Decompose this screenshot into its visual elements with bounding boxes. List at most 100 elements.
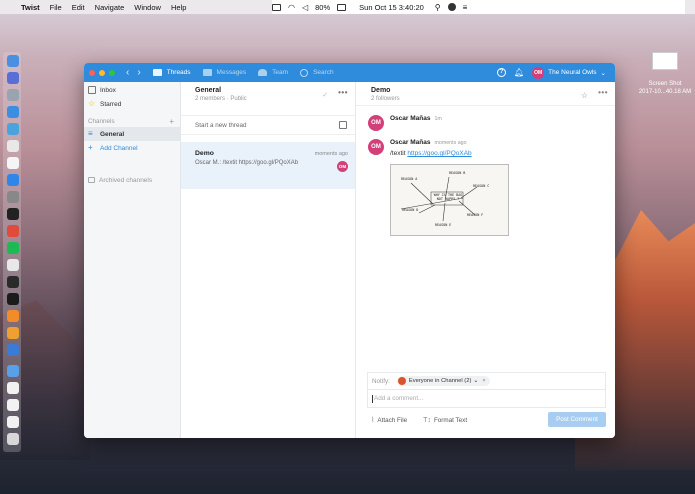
trash-icon[interactable] [7,433,19,445]
threads-icon [152,69,162,76]
thread-time: moments ago [314,151,348,157]
notification-center-icon[interactable]: ≡ [463,3,468,12]
document-stack-icon[interactable] [7,382,19,394]
battery-icon[interactable] [337,3,347,11]
new-thread-button[interactable]: Start a new thread [181,115,355,135]
sublime-icon[interactable] [7,310,19,322]
back-arrow-icon[interactable]: ‹ [126,67,129,78]
document-stack-icon[interactable] [7,416,19,428]
terminal-icon[interactable] [7,208,19,220]
menu-navigate[interactable]: Navigate [95,3,125,12]
message: OM Oscar Mañas 1m [356,115,615,139]
format-text-icon: T↕ [423,416,431,424]
message-body: /textit https://goo.gl/PQoXAb [390,150,472,157]
team-switcher[interactable]: OM The Neural Owls ⌄ [532,66,606,79]
menu-window[interactable]: Window [134,3,161,12]
volume-icon[interactable]: ◁ [302,3,308,12]
thread-avatar: OM [337,161,348,172]
archived-channels-link[interactable]: Archived channels [84,173,180,187]
message-link[interactable]: https://goo.gl/PQoXAb [407,150,471,157]
tab-team[interactable]: Team [258,69,288,76]
add-channel-button[interactable]: + Add Channel [84,141,180,155]
message-time: moments ago [434,140,467,146]
dock [3,52,21,452]
format-text-button[interactable]: T↕ Format Text [423,417,467,424]
user-avatar-icon[interactable] [447,3,456,11]
finder-icon[interactable] [7,55,19,67]
comment-input[interactable]: Add a comment... [367,389,606,408]
thread-view-title: Demo [371,87,391,94]
avatar: OM [368,115,384,131]
pycharm-icon[interactable] [7,276,19,288]
zoom-window-button[interactable] [109,69,115,76]
check-icon[interactable]: ✓ [322,91,328,99]
document-stack-icon[interactable] [7,399,19,411]
notify-chip[interactable]: Everyone in Channel (2) ⌄ × [396,376,490,386]
tab-search[interactable]: Search [300,68,334,77]
star-thread-icon[interactable]: ☆ [581,91,588,100]
paperclip-icon: ⌇ [371,417,375,424]
forward-arrow-icon[interactable]: › [137,67,140,78]
menubar-clock[interactable]: Sun Oct 15 3:40:20 [359,3,424,12]
inbox-icon [88,86,96,94]
thread-view: Demo 2 followers ☆ ••• OM Oscar Mañas 1m … [356,82,615,438]
thread-list-panel: General 2 members · Public ✓ ••• Start a… [181,82,356,438]
system-preferences-icon[interactable] [7,191,19,203]
more-options-icon[interactable]: ••• [338,89,348,99]
post-comment-button[interactable]: Post Comment [548,412,606,427]
channel-header: General 2 members · Public ✓ ••• [181,82,355,104]
clion-icon[interactable] [7,293,19,305]
add-channel-plus-icon[interactable]: + [169,117,174,126]
message: OM Oscar Mañas moments ago /textit https:… [356,139,615,249]
bell-icon[interactable]: 🔔︎ [514,68,524,77]
app-menu[interactable]: Twist [21,3,40,12]
app-store-icon[interactable] [7,174,19,186]
spotify-icon[interactable] [7,242,19,254]
notify-row: Notify: Everyone in Channel (2) ⌄ × [367,372,606,389]
thread-header: Demo 2 followers ☆ ••• [356,82,615,106]
twist-icon[interactable] [7,344,19,356]
team-name: The Neural Owls [548,69,597,76]
chip-chevron-icon[interactable]: ⌄ [473,378,478,384]
contacts-icon[interactable] [7,140,19,152]
archive-icon [88,177,95,183]
message-author: Oscar Mañas moments ago [390,139,467,146]
skype-icon[interactable] [7,259,19,271]
chevron-down-icon: ⌄ [600,69,606,77]
tab-messages[interactable]: Messages [202,69,246,76]
screenshot-file-icon[interactable] [652,52,678,70]
pages-icon[interactable] [7,327,19,339]
menu-file[interactable]: File [50,3,62,12]
tab-threads[interactable]: Threads [152,69,191,76]
screenshot-file-label[interactable]: Screen Shot 2017-10...40.18 AM [632,80,695,96]
wifi-icon[interactable]: ◠ [288,3,295,12]
siri-icon[interactable] [7,72,19,84]
menu-help[interactable]: Help [171,3,186,12]
mail-icon[interactable] [7,123,19,135]
app-toolbar: ‹ › Threads Messages Team Search ? 🔔︎ OM… [84,63,615,82]
search-icon [300,68,309,77]
sidebar-item-general[interactable]: ≡ General [84,127,180,141]
team-icon [258,69,268,76]
battery-percent[interactable]: 80% [315,3,330,12]
minimize-window-button[interactable] [99,69,105,76]
chip-close-icon[interactable]: × [482,378,485,384]
sketch-label: REASON D [402,208,419,212]
sidebar-item-inbox[interactable]: Inbox [84,83,180,97]
chrome-icon[interactable] [7,225,19,237]
help-button[interactable]: ? [496,68,506,77]
close-window-button[interactable] [89,69,95,76]
sketch-label: REASON B [449,171,466,175]
sidebar-item-starred[interactable]: ☆ Starred [84,97,180,111]
thread-item[interactable]: Demo Oscar M.: /textit https://goo.gl/PQ… [181,142,355,189]
thread-more-icon[interactable]: ••• [598,89,608,100]
spotlight-icon[interactable]: ⚲ [435,3,441,12]
attached-image-fishbone[interactable]: REASON A REASON B REASON C WHY IS THE BA… [390,164,509,236]
launchpad-icon[interactable] [7,89,19,101]
airplay-icon[interactable] [272,3,281,11]
downloads-folder-icon[interactable] [7,365,19,377]
menu-edit[interactable]: Edit [72,3,85,12]
safari-icon[interactable] [7,106,19,118]
calendar-icon[interactable] [7,157,19,169]
attach-file-button[interactable]: ⌇ Attach File [371,416,407,425]
